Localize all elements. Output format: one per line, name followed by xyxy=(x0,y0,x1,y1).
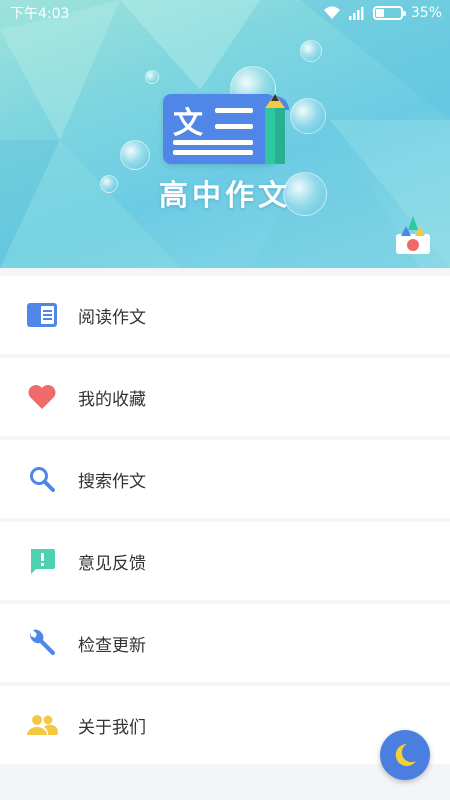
menu-item-label: 搜索作文 xyxy=(78,471,146,492)
book-icon xyxy=(22,299,62,331)
bubble xyxy=(300,40,322,62)
feedback-icon xyxy=(22,545,62,577)
bubble xyxy=(145,70,159,84)
signal-icon xyxy=(348,7,364,20)
main-menu: 阅读作文 我的收藏 搜索作文 意见反馈 检查更新 关于我们 xyxy=(0,276,450,764)
pencil-icon xyxy=(261,94,289,164)
night-mode-button[interactable] xyxy=(380,730,430,780)
menu-item-label: 关于我们 xyxy=(78,717,146,738)
battery-percent: 35% xyxy=(410,5,442,21)
menu-item-label: 我的收藏 xyxy=(78,389,146,410)
people-icon xyxy=(22,709,62,741)
moon-icon xyxy=(395,743,416,766)
app-logo: 文 xyxy=(163,92,293,168)
font-badge-icon[interactable] xyxy=(394,212,432,256)
header-banner: 下午4:03 35% 文 高中作文 xyxy=(0,0,450,268)
menu-item-check-update[interactable]: 检查更新 xyxy=(0,604,450,686)
menu-item-label: 意见反馈 xyxy=(78,553,146,574)
bubble xyxy=(290,98,326,134)
search-icon xyxy=(22,463,62,495)
battery-icon xyxy=(372,6,406,20)
menu-item-favorites[interactable]: 我的收藏 xyxy=(0,358,450,440)
menu-item-feedback[interactable]: 意见反馈 xyxy=(0,522,450,604)
menu-item-label: 阅读作文 xyxy=(78,307,146,328)
menu-item-read-essays[interactable]: 阅读作文 xyxy=(0,276,450,358)
status-bar: 下午4:03 35% xyxy=(0,0,450,26)
app-title: 高中作文 xyxy=(158,178,291,212)
wrench-icon xyxy=(22,627,62,659)
bubble xyxy=(120,140,150,170)
heart-icon xyxy=(22,381,62,413)
status-time: 下午4:03 xyxy=(10,6,70,22)
battery-level xyxy=(375,9,385,17)
wifi-icon xyxy=(323,6,340,19)
menu-item-search-essays[interactable]: 搜索作文 xyxy=(0,440,450,522)
logo-text: 文 xyxy=(173,106,203,141)
menu-item-label: 检查更新 xyxy=(78,635,146,656)
